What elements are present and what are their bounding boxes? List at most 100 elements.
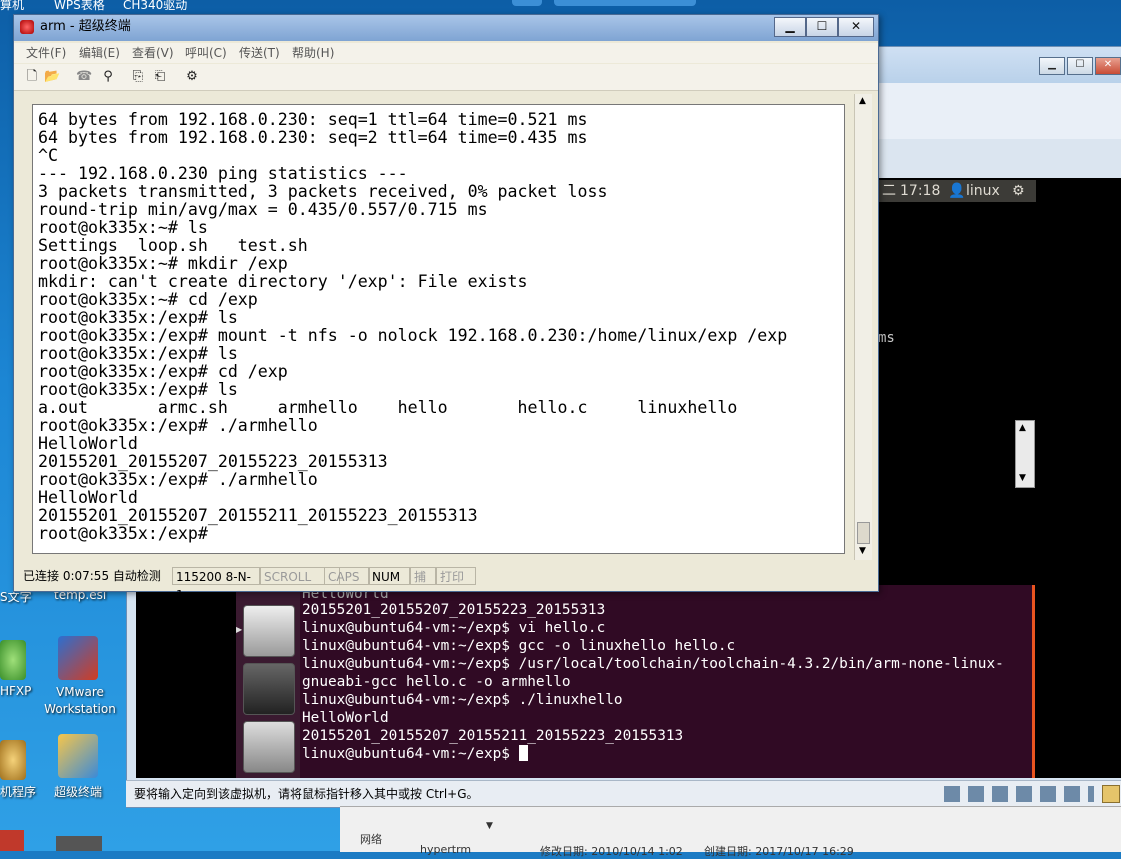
status-detect: 自动检测 (112, 569, 161, 583)
menu-view[interactable]: 查看(V) (132, 43, 174, 63)
terminal-line: --- 192.168.0.230 ping statistics --- (38, 164, 408, 183)
terminal-line: root@ok335x:~# ls (38, 218, 208, 237)
maximize-button[interactable]: ☐ (806, 17, 838, 37)
ubuntu-side-text: ms (878, 330, 895, 346)
file-name[interactable]: hypertrm (420, 843, 471, 856)
ubuntu-terminal-line: 20155201_20155207_20155211_20155223_2015… (302, 728, 684, 744)
terminal-line: root@ok335x:~# cd /exp (38, 290, 258, 309)
gear-icon[interactable]: ⚙ (1012, 180, 1025, 202)
scroll-down-icon[interactable]: ▼ (859, 546, 866, 556)
menu-edit[interactable]: 编辑(E) (79, 43, 120, 63)
vm-scrollbar[interactable]: ▲ ▼ (1015, 420, 1035, 488)
receive-icon[interactable]: ⎗ (152, 69, 168, 84)
properties-icon[interactable]: ⚙ (184, 69, 200, 84)
ubuntu-terminal-prompt-line: linux@ubuntu64-vm:~/exp$ (302, 745, 528, 763)
menu-file[interactable]: 文件(F) (26, 43, 66, 63)
vm-status-hint: 要将输入定向到该虚拟机，请将鼠标指针移入其中或按 Ctrl+G。 (134, 787, 479, 801)
hyperterminal-window: arm - 超级终端 ▁ ☐ ✕ 文件(F) 编辑(E) 查看(V) 呼叫(C)… (13, 14, 879, 602)
scroll-up-icon[interactable]: ▲ (1019, 423, 1026, 433)
send-icon[interactable]: ⎘ (130, 69, 146, 84)
ubuntu-clock[interactable]: 17:18 (900, 180, 940, 202)
vmware-label: VMware Workstation (44, 685, 116, 716)
ubuntu-user[interactable]: linux (966, 180, 1000, 202)
hyperterminal-screen[interactable]: 64 bytes from 192.168.0.230: seq=1 ttl=6… (38, 111, 838, 551)
pdf-icon[interactable] (0, 830, 24, 851)
terminal-scrollbar[interactable]: ▲ ▼ (854, 94, 872, 560)
terminal-cursor (518, 745, 528, 761)
text-editor-icon[interactable] (243, 605, 295, 657)
vmware-icon[interactable] (58, 636, 98, 680)
terminal-line: root@ok335x:/exp# ls (38, 308, 238, 327)
hyperterminal-icon[interactable] (58, 734, 98, 778)
scroll-up-icon[interactable]: ▲ (859, 96, 866, 106)
desktop-item-computer[interactable]: 算机 (0, 0, 24, 12)
close-button[interactable]: ✕ (838, 17, 874, 37)
terminal-line: root@ok335x:/exp# ls (38, 344, 238, 363)
ubuntu-terminal[interactable]: HelloWorld 20155201_20155207_20155223_20… (300, 585, 1035, 778)
terminal-line: 20155201_20155207_20155223_20155313 (38, 452, 388, 471)
ubuntu-terminal-line: 20155201_20155207_20155223_20155313 (302, 602, 606, 618)
desktop-item-wps[interactable]: WPS表格 (54, 0, 105, 12)
terminal-line: mkdir: can't create directory '/exp': Fi… (38, 272, 528, 291)
vm-message-icon[interactable] (1102, 785, 1120, 803)
vmware-statusbar: 要将输入定向到该虚拟机，请将鼠标指针移入其中或按 Ctrl+G。 (126, 780, 1121, 807)
ubuntu-top-panel: 二 17:18 👤 linux ⚙ (878, 180, 1036, 202)
terminal-line: 64 bytes from 192.168.0.230: seq=1 ttl=6… (38, 111, 588, 129)
ubuntu-clock-prefix: 二 (882, 183, 896, 199)
hyperterminal-titlebar[interactable]: arm - 超级终端 ▁ ☐ ✕ (14, 15, 878, 41)
terminal-line: root@ok335x:/exp# ./armhello (38, 416, 318, 435)
terminal-line: root@ok335x:/exp# ./armhello (38, 470, 318, 489)
program-icon[interactable] (0, 740, 26, 780)
hfxp-label: HFXP (0, 684, 32, 698)
menu-transfer[interactable]: 传送(T) (239, 43, 280, 63)
menu-bar: 文件(F) 编辑(E) 查看(V) 呼叫(C) 传送(T) 帮助(H) (14, 43, 878, 63)
vm-minimize-button[interactable]: ▁ (1039, 57, 1065, 75)
status-baud: 115200 8-N-1 (172, 567, 260, 602)
minimize-button[interactable]: ▁ (774, 17, 806, 37)
app-icon (20, 20, 34, 34)
ubuntu-launcher: ▶ (236, 585, 300, 778)
hfxp-icon[interactable] (0, 640, 26, 680)
vm-device-icons[interactable] (944, 786, 1094, 802)
network-item[interactable]: 网络 (360, 831, 382, 847)
terminal-line: HelloWorld (38, 488, 138, 507)
new-icon[interactable]: 🗋 (24, 69, 40, 84)
open-icon[interactable]: 📂 (44, 69, 60, 84)
terminal-line: ^C (38, 146, 58, 165)
terminal-line: round-trip min/avg/max = 0.435/0.557/0.7… (38, 200, 488, 219)
terminal-line: 3 packets transmitted, 3 packets receive… (38, 182, 608, 201)
terminal-line: Settings loop.sh test.sh (38, 236, 308, 255)
disconnect-icon[interactable]: ⚲ (100, 69, 116, 84)
ubuntu-terminal-line: linux@ubuntu64-vm:~/exp$ gcc -o linuxhel… (302, 638, 736, 654)
ubuntu-terminal-prompt: linux@ubuntu64-vm:~/exp$ (302, 746, 519, 762)
desktop-item-ch340[interactable]: CH340驱动 (123, 0, 187, 12)
status-print: 打印 (436, 567, 476, 585)
scroll-down-icon[interactable]: ▼ (1019, 473, 1026, 483)
phone-icon[interactable]: ☎ (76, 69, 92, 84)
vm-maximize-button[interactable]: ☐ (1067, 57, 1093, 75)
file-icon[interactable] (56, 836, 102, 851)
terminal-line: HelloWorld (38, 434, 138, 453)
vm-close-button[interactable]: ✕ (1095, 57, 1121, 75)
program-label: 机程序 (0, 785, 37, 799)
scroll-thumb[interactable] (857, 522, 870, 544)
status-capture: 捕 (410, 567, 436, 585)
terminal-line: root@ok335x:/exp# cd /exp (38, 362, 288, 381)
file-created: 创建日期: 2017/10/17 16:29 (704, 845, 854, 858)
ubuntu-terminal-line: linux@ubuntu64-vm:~/exp$ vi hello.c (302, 620, 606, 636)
menu-help[interactable]: 帮助(H) (292, 43, 334, 63)
taskbar-pill (512, 0, 542, 6)
status-connected-time: 已连接 0:07:55 (23, 569, 110, 583)
terminal-line: a.out armc.sh armhello hello hello.c lin… (38, 398, 738, 417)
terminal-line: 20155201_20155207_20155211_20155223_2015… (38, 506, 478, 525)
menu-call[interactable]: 呼叫(C) (185, 43, 227, 63)
terminal-line: root@ok335x:~# mkdir /exp (38, 254, 288, 273)
trash-icon[interactable] (243, 721, 295, 773)
terminal-line: 64 bytes from 192.168.0.230: seq=2 ttl=6… (38, 128, 588, 147)
terminal-line: root@ok335x:/exp# mount -t nfs -o nolock… (38, 326, 788, 345)
explorer-window: 网络 hypertrm 修改日期: 2010/10/14 1:02 创建日期: … (340, 806, 1121, 858)
workspace-switcher-icon[interactable] (243, 663, 295, 715)
chevron-down-icon[interactable]: ▼ (486, 821, 493, 831)
taskbar-pill (634, 0, 696, 6)
ubuntu-terminal-line: HelloWorld (302, 710, 389, 726)
